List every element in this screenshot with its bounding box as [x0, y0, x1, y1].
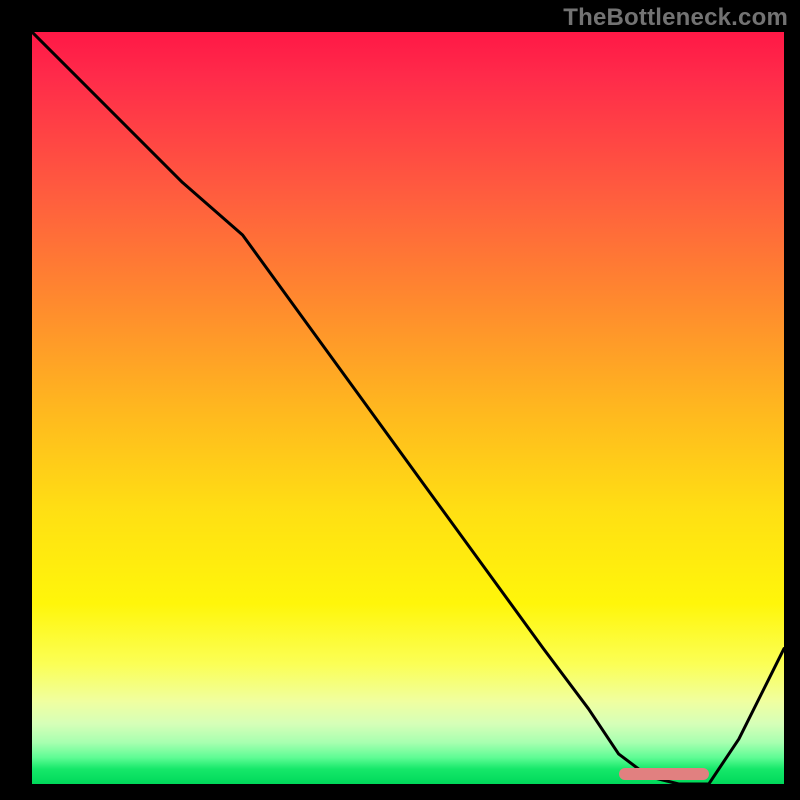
plot-area [32, 32, 784, 784]
chart-frame: TheBottleneck.com [0, 0, 800, 800]
bottleneck-curve [32, 32, 784, 784]
optimal-range-marker [619, 768, 709, 780]
curve-path [32, 32, 784, 784]
watermark-label: TheBottleneck.com [563, 4, 788, 32]
